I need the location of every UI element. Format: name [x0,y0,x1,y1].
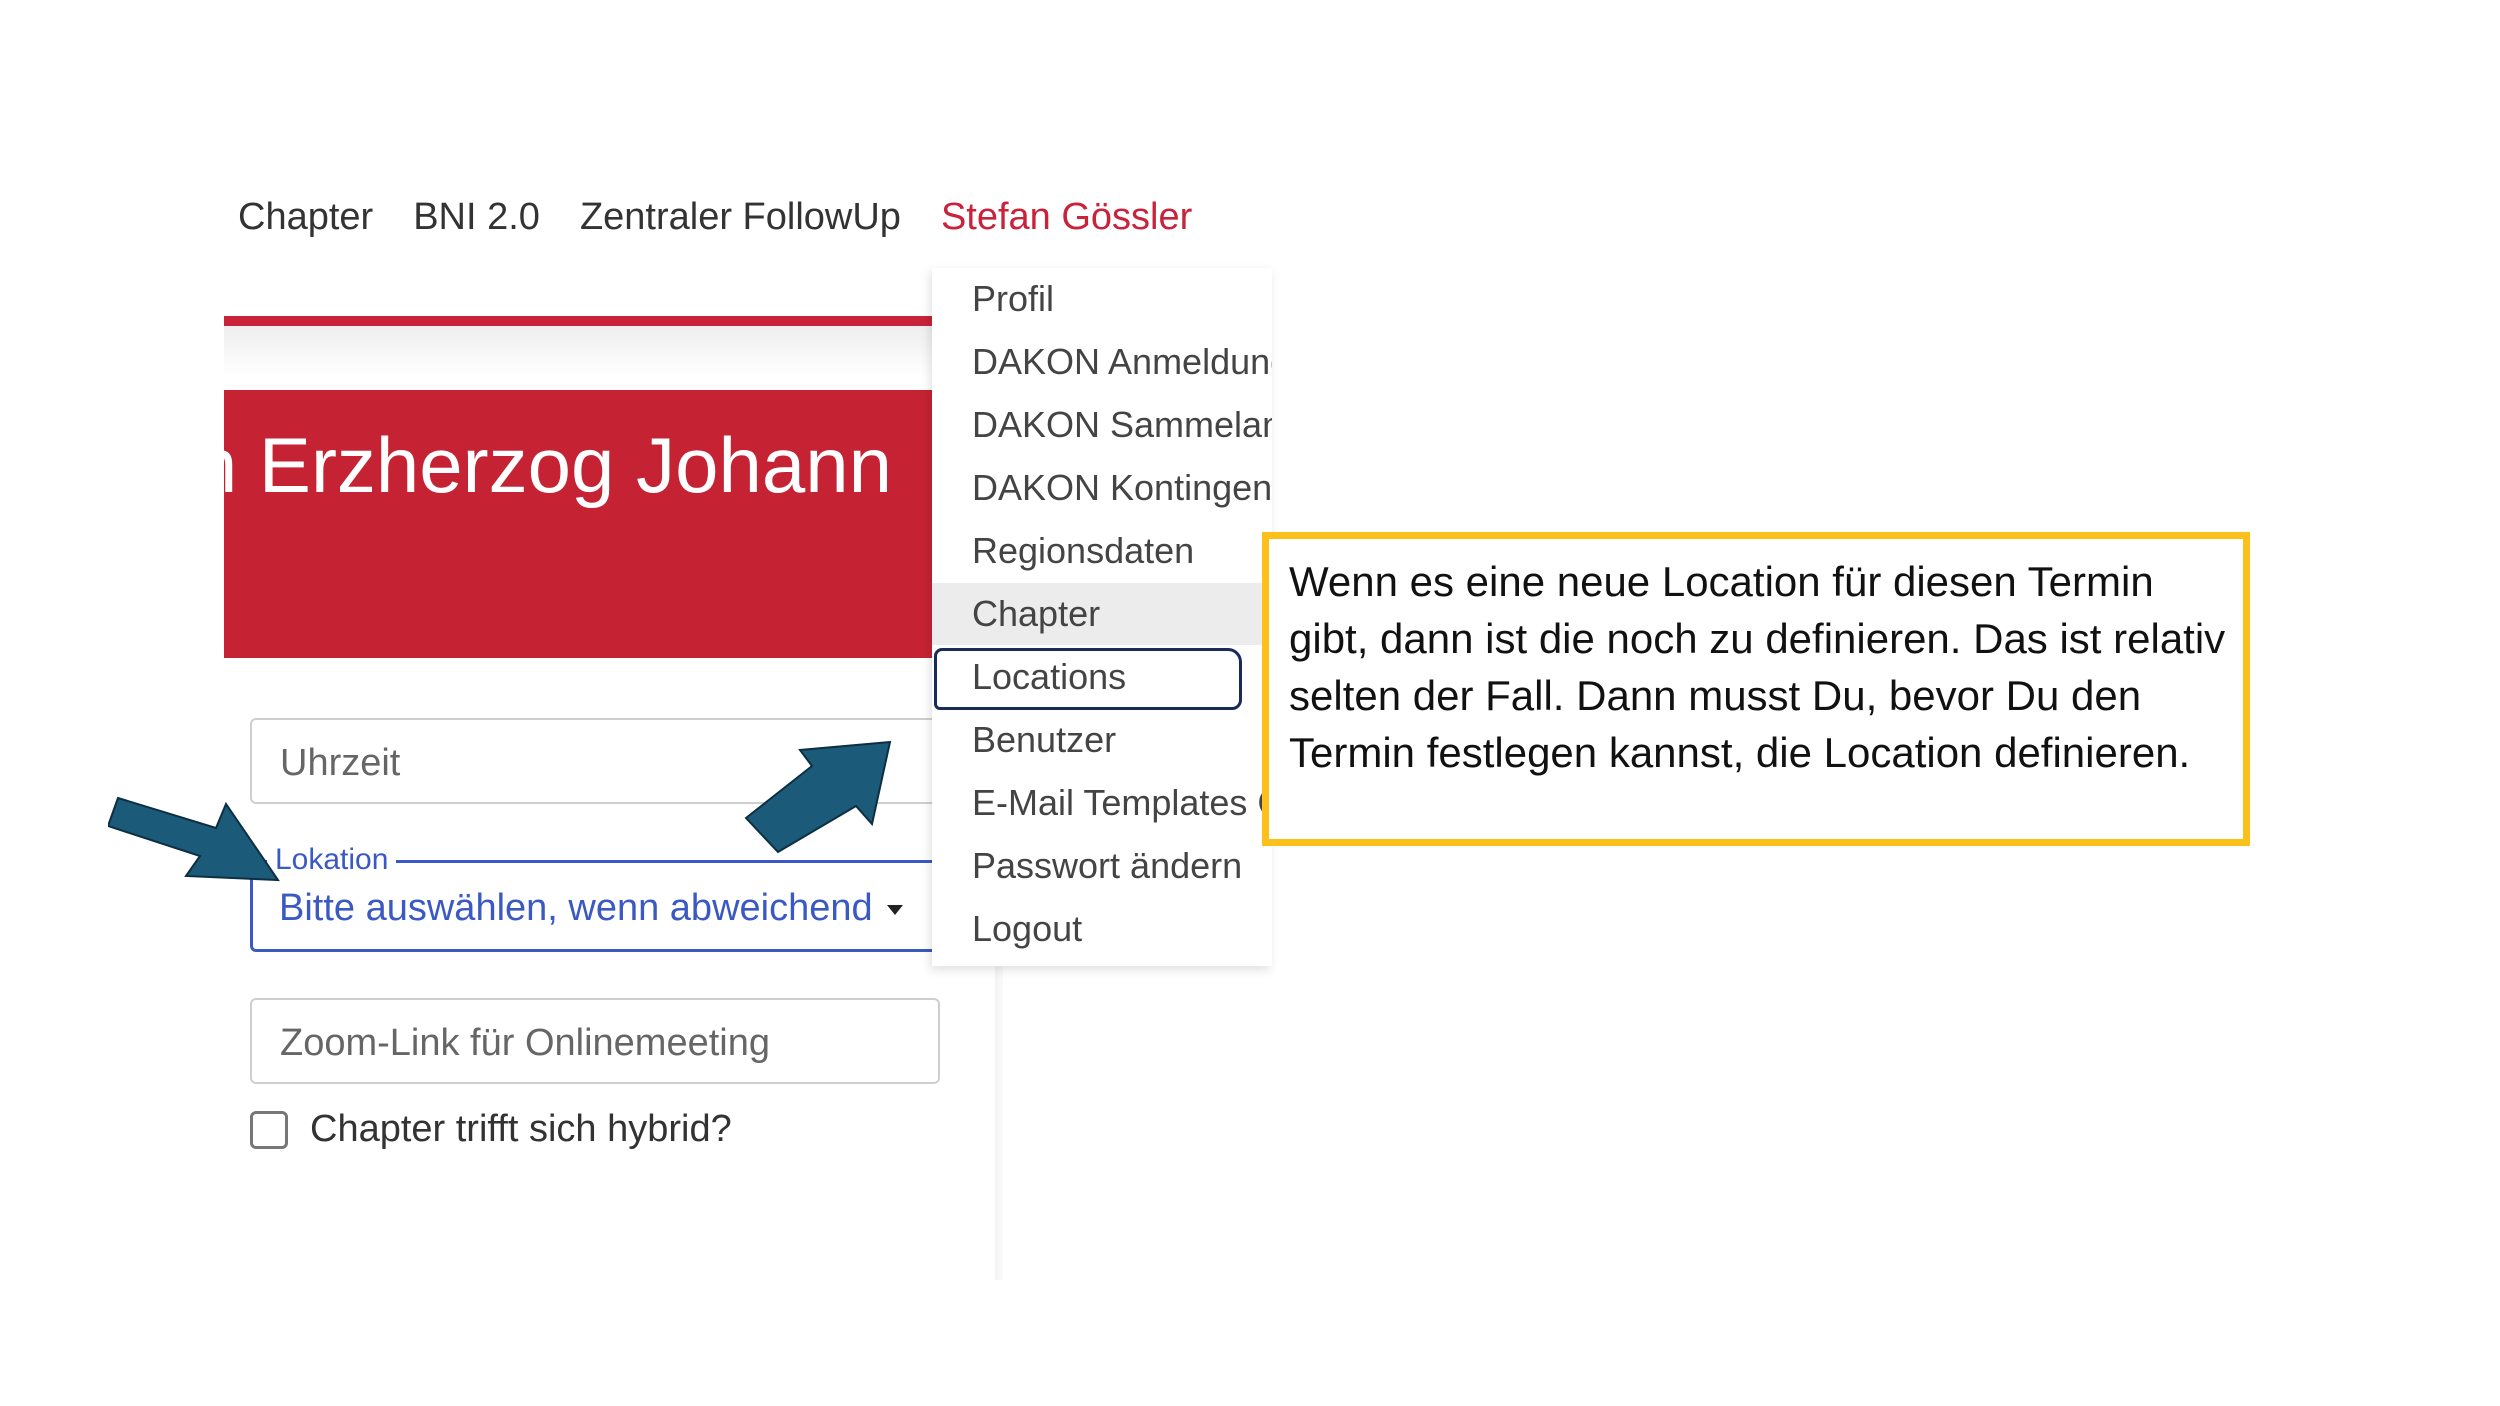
location-select[interactable]: Lokation Bitte auswählen, wenn abweichen… [250,843,940,952]
annotation-callout: Wenn es eine neue Location für diesen Te… [1262,532,2250,846]
menu-item-benutzer[interactable]: Benutzer [932,709,1272,771]
hybrid-checkbox[interactable] [250,1110,288,1149]
menu-item-dakon-kontingente[interactable]: DAKON Kontingente [932,457,1272,519]
hybrid-row: Chapter trifft sich hybrid? [250,1108,732,1151]
user-dropdown-menu: Profil DAKON Anmeldung DAKON Sammelanmel… [932,268,1272,966]
callout-text: Wenn es eine neue Location für diesen Te… [1289,558,2226,776]
locations-highlight [934,648,1242,710]
menu-item-logout[interactable]: Logout [932,898,1272,960]
chevron-down-icon [887,905,903,915]
arrow-up-right-icon [744,740,892,854]
zoom-placeholder: Zoom-Link für Onlinemeeting [280,1022,770,1064]
header-shadow [224,326,932,376]
arrow-right-icon [108,796,280,882]
nav-item-followup[interactable]: Zentraler FollowUp [580,196,901,239]
header-red-line [224,316,932,326]
menu-item-regionsdaten[interactable]: Regionsdaten [932,520,1272,582]
menu-item-passwort[interactable]: Passwort ändern [932,835,1272,897]
menu-item-dakon-sammelanmeldung[interactable]: DAKON Sammelanmeldung [932,394,1272,456]
top-nav: Chapter BNI 2.0 Zentraler FollowUp Stefa… [238,196,1192,239]
zoom-link-input[interactable]: Zoom-Link für Onlinemeeting [250,998,940,1084]
nav-item-chapter[interactable]: Chapter [238,196,373,239]
banner-title: n Erzherzog Johann [224,421,892,509]
menu-item-profil[interactable]: Profil [932,268,1272,330]
time-placeholder: Uhrzeit [280,742,401,784]
chapter-banner: n Erzherzog Johann [224,390,932,658]
menu-item-dakon-anmeldung[interactable]: DAKON Anmeldung [932,331,1272,393]
nav-item-bni[interactable]: BNI 2.0 [413,196,540,239]
location-value: Bitte auswählen, wenn abweichend [279,887,873,929]
user-menu-toggle[interactable]: Stefan Gössler [941,196,1192,239]
hybrid-label: Chapter trifft sich hybrid? [310,1108,732,1150]
menu-item-email-templates[interactable]: E-Mail Templates C [932,772,1272,834]
menu-item-chapter[interactable]: Chapter [932,583,1272,645]
